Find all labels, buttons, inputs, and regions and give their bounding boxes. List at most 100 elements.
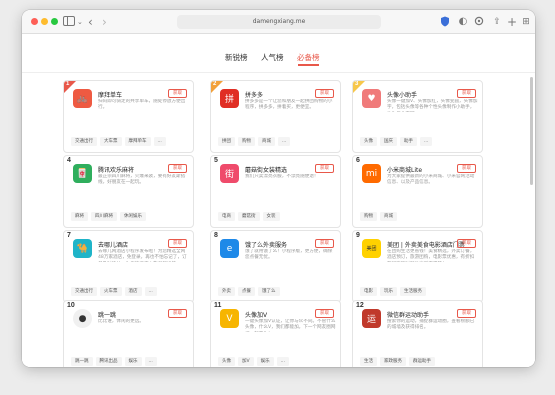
- tag[interactable]: ...: [420, 137, 433, 146]
- app-card[interactable]: 8 e 饿了么外卖服务 饿了就用饿了么！小程序版，更方便，确保您点餐无忧。 获取 外卖 点餐…: [210, 230, 341, 303]
- tag[interactable]: 点餐: [238, 287, 255, 296]
- app-name[interactable]: 去哪儿酒店: [98, 240, 128, 249]
- dark-mode-icon[interactable]: ◐: [458, 16, 468, 28]
- eleme-icon[interactable]: e: [220, 239, 239, 258]
- app-name[interactable]: 微信群运动助手: [387, 310, 429, 319]
- get-button[interactable]: 获取: [315, 89, 334, 98]
- tab-essential[interactable]: 必备榜: [297, 52, 320, 66]
- app-card[interactable]: 2 拼拼多多 拼多多是一个让您和朋友一起拼团购物的小程序，拼多多，拼着买，更便宜。获…: [210, 80, 341, 153]
- get-button[interactable]: 获取: [457, 239, 476, 248]
- tag[interactable]: 麻将: [71, 212, 88, 221]
- tag[interactable]: 电商: [218, 212, 235, 221]
- app-name[interactable]: 腾讯欢乐麻将: [98, 165, 134, 174]
- tag[interactable]: ...: [278, 137, 291, 146]
- address-bar[interactable]: damengxiang.me: [177, 15, 381, 29]
- tag[interactable]: 拼团: [218, 137, 235, 146]
- tab-overview-icon[interactable]: ⊞: [521, 16, 531, 28]
- back-button[interactable]: ‹: [88, 16, 93, 28]
- tag[interactable]: 国庆: [380, 137, 397, 146]
- tag[interactable]: 交通出行: [71, 137, 97, 146]
- tag[interactable]: 购物: [360, 212, 377, 221]
- app-card[interactable]: 5 街蘑菇街女装精选 我们只卖漂亮衣服，不漂亮随便退！ 获取 电商 蘑菇街 女装: [210, 155, 341, 228]
- tag[interactable]: 电影: [360, 287, 377, 296]
- app-name[interactable]: 跳一跳: [98, 310, 116, 319]
- get-button[interactable]: 获取: [168, 89, 187, 98]
- tag[interactable]: 腾讯出品: [95, 357, 122, 366]
- app-name[interactable]: 头像加V: [245, 310, 267, 319]
- tag[interactable]: 商城: [258, 137, 275, 146]
- tag[interactable]: 大车票: [100, 137, 122, 146]
- get-button[interactable]: 获取: [457, 89, 476, 98]
- app-card[interactable]: 10 ● 跳一跳 比比谁，体闲的更远。 获取 跳一跳 腾讯出品 娱乐...: [63, 300, 194, 367]
- tag[interactable]: 商城: [380, 212, 397, 221]
- app-card[interactable]: 6 mi 小米商城Lite 为大家提供最新的小米商城、小米官网活动信息、以及产品信息。…: [352, 155, 483, 228]
- app-card[interactable]: 11 V 头像加V 一键头像加V认证，让你与众不同。不管什么头像，什么V，我们都能加。…: [210, 300, 341, 367]
- tag[interactable]: 娱乐: [124, 357, 142, 366]
- qunar-icon[interactable]: 🐪: [73, 239, 92, 258]
- tag[interactable]: 酒店: [124, 287, 142, 296]
- get-button[interactable]: 获取: [168, 309, 187, 318]
- forward-button[interactable]: ›: [102, 16, 107, 28]
- group-sport-icon[interactable]: 运: [362, 309, 381, 328]
- app-name[interactable]: 饿了么外卖服务: [245, 240, 287, 249]
- app-name[interactable]: 头像小助手: [387, 90, 417, 99]
- app-name[interactable]: 摩拜单车: [98, 90, 122, 99]
- app-card[interactable]: 3 ♥ 头像小助手 头像一键加V、头像加红，头像变圆，头像加字，包括头像等各种个性头像…: [352, 80, 483, 153]
- get-button[interactable]: 获取: [168, 164, 187, 173]
- app-name[interactable]: 拼多多: [245, 90, 263, 99]
- tag[interactable]: 摩拜单车: [124, 137, 151, 146]
- tag[interactable]: 交通出行: [71, 287, 97, 296]
- tag[interactable]: 娱乐: [256, 357, 274, 366]
- tag[interactable]: ...: [144, 357, 157, 366]
- tag[interactable]: 跳一跳: [71, 357, 93, 366]
- tag[interactable]: 生活: [360, 357, 377, 366]
- jump-icon[interactable]: ●: [73, 309, 92, 328]
- chevron-down-icon[interactable]: ⌄: [77, 16, 83, 28]
- get-button[interactable]: 获取: [315, 309, 334, 318]
- tag[interactable]: ...: [276, 357, 289, 366]
- minimize-window-button[interactable]: [41, 18, 48, 25]
- app-card[interactable]: 1 🚲 摩拜单车 扫码即可骑走的共享单车，随处停放方便出行。 获取 交通出行 大车票 摩拜单车…: [63, 80, 194, 153]
- tag[interactable]: ...: [144, 287, 157, 296]
- xiaomi-icon[interactable]: mi: [362, 164, 381, 183]
- app-card[interactable]: 9 美团 美团 | 外卖美食电影酒店门票 在团购生活更省钱！美食精选，外卖订餐，酒店预…: [352, 230, 483, 303]
- app-card[interactable]: 12 运微信群运动助手 搜索你的运动，捕捉群运动圈，查看榜额已的城墙及获得排名。 获取…: [352, 300, 483, 367]
- share-icon[interactable]: ⇪: [492, 16, 502, 28]
- tab-popular[interactable]: 人气榜: [261, 52, 284, 63]
- app-card[interactable]: 7 🐪 去哪儿酒店 去哪儿网酒店小程序发布啦！为您精选全网48万家酒店，免登录，再也不…: [63, 230, 194, 303]
- tag[interactable]: 蘑菇街: [238, 212, 260, 221]
- tag[interactable]: 休闲娱乐: [120, 212, 146, 221]
- tag[interactable]: 加V: [238, 357, 254, 366]
- tag[interactable]: 头像: [218, 357, 235, 366]
- mobike-icon[interactable]: 🚲: [73, 89, 92, 108]
- get-button[interactable]: 获取: [168, 239, 187, 248]
- tag[interactable]: 外卖: [218, 287, 235, 296]
- scrollbar[interactable]: [530, 77, 533, 185]
- close-window-button[interactable]: [31, 18, 38, 25]
- zoom-window-button[interactable]: [51, 18, 58, 25]
- app-card[interactable]: 4 🀄 腾讯欢乐麻将 最正宗四川麻将，火爆来袭，要有好友斯搭线，好朋友在一起玩。 获取麻…: [63, 155, 194, 228]
- gear-icon[interactable]: [474, 16, 484, 28]
- avatar-v-icon[interactable]: V: [220, 309, 239, 328]
- app-name[interactable]: 美团 | 外卖美食电影酒店门票: [387, 240, 465, 249]
- mahjong-icon[interactable]: 🀄: [73, 164, 92, 183]
- tag[interactable]: 四川麻将: [91, 212, 117, 221]
- app-name[interactable]: 小米商城Lite: [387, 165, 422, 174]
- get-button[interactable]: 获取: [315, 239, 334, 248]
- tab-new[interactable]: 新锐榜: [225, 52, 248, 63]
- tag[interactable]: 助手: [400, 137, 417, 146]
- get-button[interactable]: 获取: [457, 309, 476, 318]
- tag[interactable]: 生活服务: [400, 287, 426, 296]
- tag[interactable]: 女装: [262, 212, 280, 221]
- tag[interactable]: 玩乐: [380, 287, 397, 296]
- pinduoduo-icon[interactable]: 拼: [220, 89, 239, 108]
- app-name[interactable]: 蘑菇街女装精选: [245, 165, 287, 174]
- shield-icon[interactable]: [440, 16, 450, 28]
- mogujie-icon[interactable]: 街: [220, 164, 239, 183]
- get-button[interactable]: 获取: [457, 164, 476, 173]
- sidebar-icon[interactable]: [63, 16, 75, 28]
- tag[interactable]: ...: [153, 137, 166, 146]
- tag[interactable]: 火车票: [100, 287, 122, 296]
- get-button[interactable]: 获取: [315, 164, 334, 173]
- avatar-helper-icon[interactable]: ♥: [362, 89, 381, 108]
